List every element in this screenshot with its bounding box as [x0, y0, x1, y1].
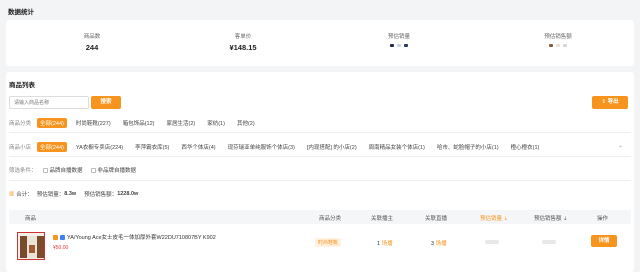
export-label: 导出 — [607, 99, 619, 105]
checkbox-label: 品牌自播数据 — [49, 168, 83, 174]
search-button[interactable]: 搜索 — [91, 96, 121, 109]
col-category: 商品分类 — [319, 216, 342, 222]
lives-count: 3 — [431, 241, 435, 247]
sales-value: 8.3w — [64, 191, 77, 197]
col-sales-label: 预估销量 — [480, 216, 503, 222]
summary-icon: ▥ — [9, 191, 15, 197]
store-chip[interactable]: 现芬瑞亚单纯服饰个体店(3) — [225, 142, 298, 152]
category-chip[interactable]: 其他(2) — [234, 118, 258, 128]
details-button[interactable]: 详情 — [591, 235, 617, 247]
checkbox-icon — [90, 168, 96, 174]
category-chip[interactable]: 时尚鞋靴(227) — [73, 118, 114, 128]
blurred-value — [549, 44, 567, 47]
col-product: 商品 — [25, 216, 37, 222]
stat-est-sales: 预估销量 — [349, 32, 449, 49]
filter-label: 商品分类 — [9, 121, 32, 127]
divider — [9, 180, 631, 181]
revenue-blurred — [542, 240, 556, 246]
category-chip[interactable]: 家纺(1) — [204, 118, 228, 128]
stat-label: 商品数 — [83, 34, 101, 40]
product-price: ¥50.00 — [53, 245, 69, 251]
export-button[interactable]: ⇪ 导出 — [592, 96, 628, 109]
category-badge: 时尚鞋靴 — [315, 238, 342, 247]
brand-icon — [60, 234, 65, 240]
category-chip[interactable]: 家居生活(2) — [163, 118, 198, 128]
stats-card: 商品数 244 客单价 ¥148.15 预估销量 预估销售额 — [6, 20, 634, 66]
revenue-label: 预估销售额： — [84, 192, 118, 198]
filter-label: 筛选条件： — [9, 168, 37, 174]
sales-blurred — [485, 240, 499, 246]
stat-label: 预估销售额 — [544, 34, 572, 40]
checkbox-label: 非品牌自播数据 — [97, 168, 137, 174]
col-anchors: 关联播主 — [371, 216, 394, 222]
stat-label: 客单价 — [234, 34, 252, 40]
product-name[interactable]: YA/Young Ace女士皮毛一体加厚外套W22DU710807BY K902 — [67, 233, 216, 241]
store-chip-all[interactable]: 全部(244) — [37, 142, 67, 152]
table-header: 商品 商品分类 关联播主 关联直播 预估销量 ⇣ 预估销售额 ⇣ 操作 — [9, 210, 631, 224]
col-revenue-label: 预估销售额 — [534, 216, 562, 222]
lives-link: 场播 — [435, 241, 447, 247]
summary-label: 合计： — [16, 192, 33, 198]
anchors-count: 1 — [377, 241, 381, 247]
sales-label: 预估销量： — [36, 192, 65, 198]
store-chip[interactable]: 李萍霸衣库(5) — [132, 142, 172, 152]
divider — [9, 132, 631, 133]
col-lives: 关联直播 — [425, 216, 448, 222]
store-chip[interactable]: [内现搭配] 的小店(2) — [304, 142, 360, 152]
condition-filter: 筛选条件： 品牌自播数据 非品牌自播数据 — [9, 166, 136, 174]
product-title-row: YA/Young Ace女士皮毛一体加厚外套W22DU710807BY K902 — [53, 233, 216, 241]
category-chip-all[interactable]: 全部(244) — [37, 118, 67, 128]
product-list-panel: 商品列表 搜索 ⇪ 导出 商品分类 全部(244) 时尚鞋靴(227) 箱包饰品… — [6, 72, 634, 272]
stat-value: ¥148.15 — [229, 43, 257, 52]
checkbox-icon — [42, 168, 48, 174]
stat-label: 预估销量 — [387, 34, 410, 40]
category-chip[interactable]: 箱包饰品(12) — [120, 118, 158, 128]
store-chip[interactable]: 橙心橙衣(1) — [508, 142, 543, 152]
divider — [9, 156, 631, 157]
stat-avg-price: 客单价 ¥148.15 — [193, 32, 293, 52]
revenue-value: 1228.0w — [117, 191, 139, 197]
category-filter: 商品分类 全部(244) 时尚鞋靴(227) 箱包饰品(12) 家居生活(2) … — [9, 118, 264, 128]
search-input[interactable] — [9, 96, 89, 109]
stat-est-revenue: 预估销售额 — [508, 32, 608, 49]
summary-row: ▥ 合计： 预估销量： 8.3w 预估销售额： 1228.0w — [9, 190, 138, 198]
store-chip[interactable]: 西华个体店(4) — [178, 142, 218, 152]
store-chip[interactable]: 哈市、蛇脸帽子的小店(1) — [434, 142, 502, 152]
stat-product-count: 商品数 244 — [42, 32, 142, 52]
brand-live-checkbox[interactable]: 品牌自播数据 — [42, 166, 83, 174]
col-action: 操作 — [597, 216, 609, 222]
store-chip[interactable]: YA衣橱专卖店(224) — [73, 142, 126, 152]
product-thumbnail[interactable] — [17, 232, 45, 260]
col-sales[interactable]: 预估销量 ⇣ — [480, 214, 508, 222]
anchors-cell[interactable]: 1 场播 — [377, 239, 393, 247]
store-filter: 商品小店 全部(244) YA衣橱专卖店(224) 李萍霸衣库(5) 西华个体店… — [9, 142, 548, 152]
list-title: 商品列表 — [9, 82, 35, 89]
sort-icon: ⇣ — [561, 216, 568, 222]
sort-icon: ⇣ — [502, 216, 509, 222]
store-chip[interactable]: 周南精品女装个体店(1) — [366, 142, 428, 152]
product-image — [18, 233, 44, 259]
non-brand-live-checkbox[interactable]: 非品牌自播数据 — [90, 166, 137, 174]
filter-label: 商品小店 — [9, 145, 32, 151]
stats-title: 数据统计 — [8, 9, 34, 16]
shop-icon — [53, 234, 58, 240]
stat-value: 244 — [85, 43, 99, 52]
table-row: YA/Young Ace女士皮毛一体加厚外套W22DU710807BY K902… — [9, 228, 631, 268]
col-revenue[interactable]: 预估销售额 ⇣ — [534, 214, 568, 222]
blurred-value — [390, 44, 408, 47]
anchors-link: 场播 — [381, 241, 393, 247]
chevron-down-icon[interactable]: ⌄ — [618, 142, 623, 149]
lives-cell[interactable]: 3 场播 — [431, 239, 447, 247]
